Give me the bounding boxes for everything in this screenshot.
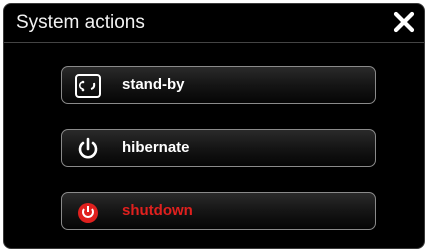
dialog-title: System actions <box>16 12 145 33</box>
shutdown-button[interactable]: shutdown <box>61 192 376 230</box>
dialog-titlebar: System actions <box>4 4 424 43</box>
system-actions-dialog: System actions stand-by hibernate shutdo… <box>3 3 425 249</box>
stand-by-button[interactable]: stand-by <box>61 66 376 104</box>
stand-by-label: stand-by <box>122 76 185 93</box>
shutdown-icon <box>74 198 102 226</box>
hibernate-label: hibernate <box>122 139 190 156</box>
hibernate-button[interactable]: hibernate <box>61 129 376 167</box>
power-icon <box>74 135 102 163</box>
close-icon[interactable] <box>392 10 416 34</box>
shutdown-label: shutdown <box>122 202 193 219</box>
standby-icon <box>74 72 102 100</box>
